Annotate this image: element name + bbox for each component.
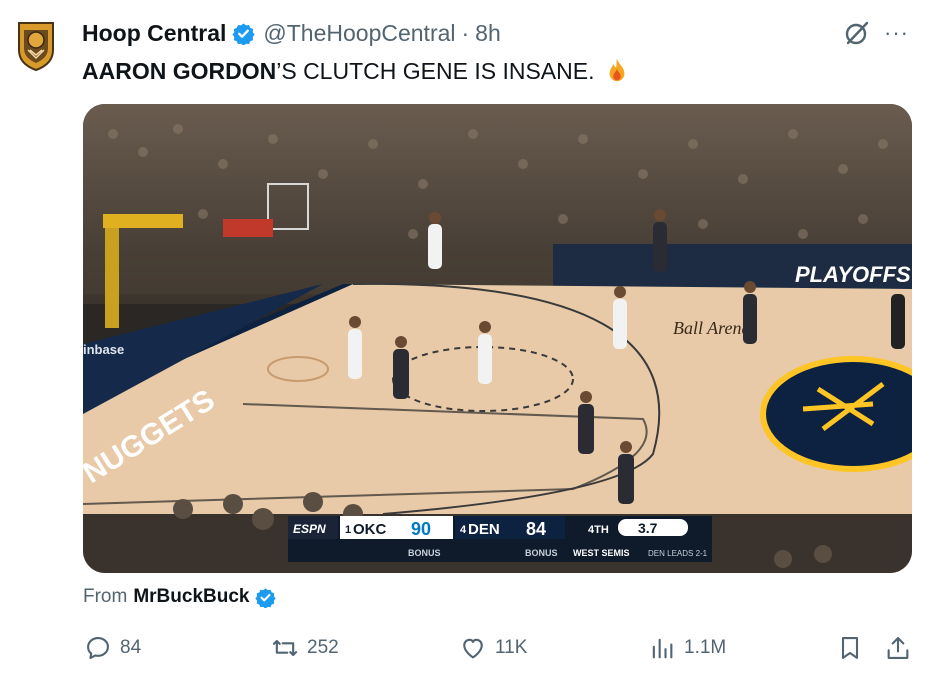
tweet-header: Hoop Central @TheHoopCentral · 8h [82,18,501,48]
video-attribution: From MrBuckBuck [83,586,277,609]
scoreboard-quarter: 4TH [588,524,609,536]
verified-badge-icon [232,22,256,46]
playoffs-sign: PLAYOFFS [795,262,911,287]
author-avatar[interactable] [16,20,56,72]
tweet-video[interactable]: PLAYOFFS inbase NUGGETS Ball Arena ESPN … [83,104,912,573]
scoreboard-away-bonus: BONUS [408,548,441,558]
scoreboard-home-score: 84 [526,519,546,539]
scoreboard-away-score: 90 [411,519,431,539]
scoreboard-away-seed: 1 [345,524,351,536]
attribution-prefix: From [83,586,128,607]
court-arena-logo: Ball Arena [673,318,751,338]
fire-icon [605,58,629,84]
tweet-text: AARON GORDON’S CLUTCH GENE IS INSANE. [82,56,629,87]
reply-count: 84 [120,637,142,658]
scoreboard: ESPN 1 OKC 90 4 DEN 84 4TH 3.7 BONUS BON… [288,516,712,562]
more-options-icon[interactable]: ··· [884,20,909,46]
share-button[interactable] [884,634,912,662]
like-count: 11K [495,637,528,658]
scoreboard-series: WEST SEMIS [573,548,630,558]
scoreboard-series-status: DEN LEADS 2-1 [648,549,708,558]
scoreboard-home-team: DEN [468,521,500,538]
coinbase-sign: inbase [83,342,124,357]
tweet-action-bar: 84 252 11K 1.1M [0,630,940,670]
tweet-text-bold: AARON GORDON [82,58,277,84]
share-icon [887,637,909,659]
views-count: 1.1M [684,637,727,658]
reply-button[interactable]: 84 [84,634,141,662]
grok-icon[interactable] [842,18,872,48]
reply-icon [87,637,109,659]
views-button[interactable]: 1.1M [648,634,726,662]
separator-dot: · [461,19,470,46]
scoreboard-network: ESPN [293,522,326,536]
timestamp[interactable]: 8h [475,20,501,47]
scoreboard-away-team: OKC [353,521,387,538]
author-handle[interactable]: @TheHoopCentral [263,20,455,47]
attribution-source-link[interactable]: MrBuckBuck [133,586,249,608]
repost-count: 252 [307,637,339,658]
heart-icon [463,638,483,659]
bookmark-icon [841,637,859,659]
scoreboard-home-bonus: BONUS [525,548,558,558]
bookmark-button[interactable] [836,634,864,662]
tweet-text-rest: ’S CLUTCH GENE IS INSANE. [276,58,595,84]
verified-badge-icon [255,587,277,609]
repost-icon [272,639,298,657]
views-chart-icon [652,638,673,659]
like-button[interactable]: 11K [459,634,527,662]
scoreboard-home-seed: 4 [460,524,467,536]
scoreboard-clock: 3.7 [638,520,658,536]
repost-button[interactable]: 252 [271,634,339,662]
author-name[interactable]: Hoop Central [82,20,226,47]
